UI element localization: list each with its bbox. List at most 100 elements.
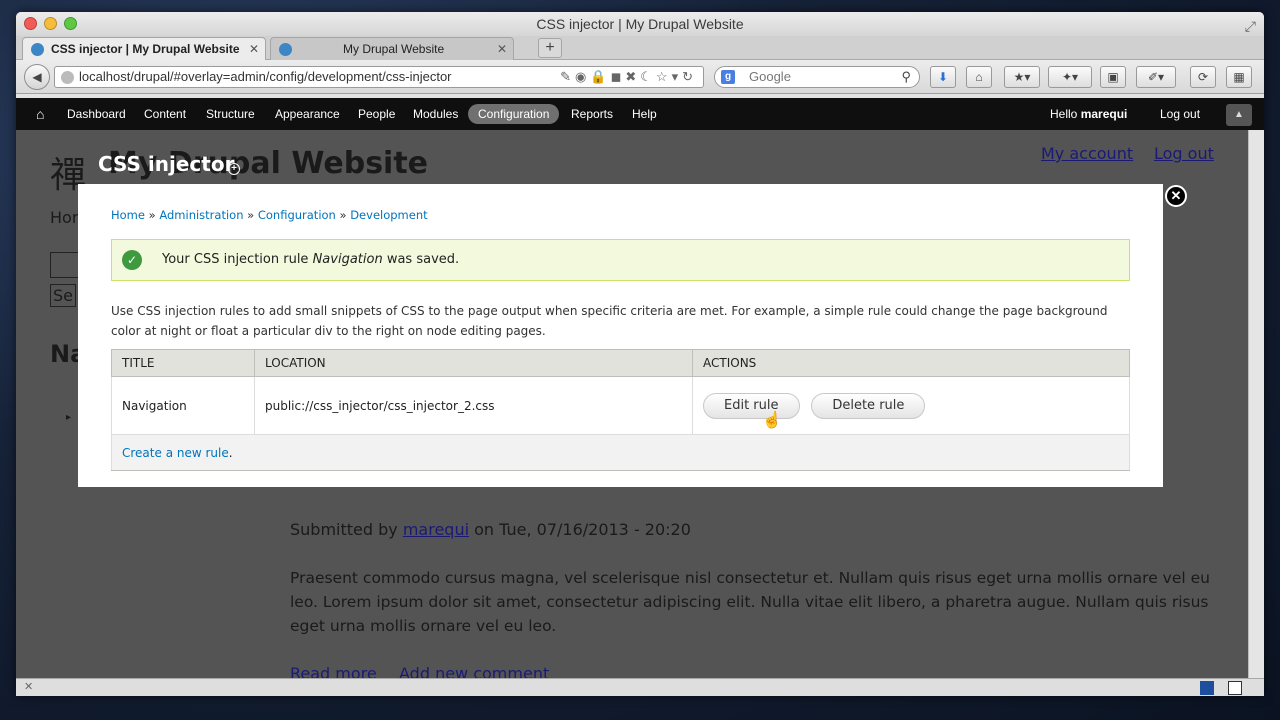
admin-home-icon[interactable]: ⌂: [36, 98, 44, 130]
add-comment-link[interactable]: Add new comment: [399, 664, 549, 678]
table-row: Navigation public://css_injector/css_inj…: [111, 376, 1130, 435]
addon-icons[interactable]: ✎◉🔒◼✖☾☆▾↻: [560, 67, 697, 87]
grid-status-icon[interactable]: [1228, 681, 1242, 695]
overlay-close-icon[interactable]: ✕: [1165, 185, 1187, 207]
home-icon[interactable]: ⌂: [966, 66, 992, 88]
addon-status-icon[interactable]: [1200, 681, 1214, 695]
menu-help[interactable]: Help: [632, 98, 657, 130]
breadcrumb-configuration[interactable]: Configuration: [258, 208, 336, 222]
url-text: localhost/drupal/#overlay=admin/config/d…: [79, 69, 452, 84]
menu-dashboard[interactable]: Dashboard: [67, 98, 126, 130]
navigation-toolbar: ◀ localhost/drupal/#overlay=admin/config…: [16, 60, 1264, 94]
overlay-title: CSS injector: [98, 152, 235, 176]
message-prefix: Your CSS injection rule: [162, 252, 313, 267]
menu-people[interactable]: People: [358, 98, 395, 130]
menu-configuration[interactable]: Configuration: [468, 104, 560, 124]
status-message: ✓ Your CSS injection rule Navigation was…: [111, 239, 1130, 281]
dropper-icon[interactable]: ✐▾: [1136, 66, 1176, 88]
menu-reports[interactable]: Reports: [571, 98, 613, 130]
add-shortcut-icon[interactable]: +: [228, 163, 240, 175]
rule-location: public://css_injector/css_injector_2.css: [254, 376, 693, 435]
title-bar: CSS injector | My Drupal Website ⤢: [16, 12, 1264, 36]
tab-close-icon[interactable]: ✕: [497, 38, 507, 61]
search-bar[interactable]: g Google ⚲: [714, 66, 920, 88]
search-box-fragment[interactable]: [50, 252, 80, 278]
header-location: Location: [254, 349, 693, 377]
breadcrumb-development[interactable]: Development: [350, 208, 427, 222]
window-icon[interactable]: ▣: [1100, 66, 1126, 88]
breadcrumb-home[interactable]: Home: [111, 208, 145, 222]
author-link[interactable]: marequi: [403, 520, 469, 539]
tab-my-drupal-website[interactable]: My Drupal Website ✕: [270, 37, 514, 60]
shortcuts-toggle-icon[interactable]: ▲: [1226, 104, 1252, 126]
tools-icon[interactable]: ✦▾: [1048, 66, 1092, 88]
new-tab-button[interactable]: +: [538, 38, 562, 58]
username[interactable]: marequi: [1081, 107, 1128, 121]
collapsed-arrow-icon[interactable]: ▸: [66, 412, 71, 423]
submitted-line: Submitted by marequi on Tue, 07/16/2013 …: [290, 520, 691, 539]
globe-icon: [61, 71, 74, 84]
table-header-row: Title Location Actions: [111, 349, 1130, 377]
toolbar-logout[interactable]: Log out: [1160, 98, 1200, 130]
page-scrollbar[interactable]: [1248, 130, 1264, 678]
tab-close-icon[interactable]: ✕: [249, 38, 259, 61]
read-more-link[interactable]: Read more: [290, 664, 377, 678]
edit-rule-button[interactable]: Edit rule: [703, 392, 800, 419]
message-suffix: was saved.: [382, 252, 460, 267]
browser-window: CSS injector | My Drupal Website ⤢ CSS i…: [16, 12, 1264, 696]
create-rule-cell: Create a new rule.: [111, 434, 1130, 471]
addon-icon[interactable]: ▦: [1226, 66, 1252, 88]
rule-actions: Edit rule Delete rule: [692, 376, 1130, 435]
intro-text: Use CSS injection rules to add small sni…: [111, 304, 1108, 338]
breadcrumb-administration[interactable]: Administration: [159, 208, 243, 222]
drupal-favicon-icon: [279, 43, 292, 56]
tab-label: My Drupal Website: [343, 42, 445, 56]
submitted-suffix: on Tue, 07/16/2013 - 20:20: [469, 520, 691, 539]
search-placeholder: Google: [749, 69, 791, 84]
url-bar[interactable]: localhost/drupal/#overlay=admin/config/d…: [54, 66, 704, 88]
back-button[interactable]: ◀: [24, 64, 50, 90]
fullscreen-icon[interactable]: ⤢: [1245, 14, 1256, 38]
sync-icon[interactable]: ⟳: [1190, 66, 1216, 88]
tab-label: CSS injector | My Drupal Website: [51, 42, 240, 56]
menu-content[interactable]: Content: [144, 98, 186, 130]
zoom-window-button[interactable]: [64, 17, 77, 30]
message-rule-name: Navigation: [312, 252, 383, 267]
checkmark-icon: ✓: [122, 250, 142, 270]
my-account-link[interactable]: My account: [1041, 144, 1133, 163]
header-actions: Actions: [692, 349, 1130, 377]
rule-title: Navigation: [111, 376, 255, 435]
home-link-fragment[interactable]: Hor: [50, 208, 78, 227]
download-icon[interactable]: ⬇: [930, 66, 956, 88]
close-window-button[interactable]: [24, 17, 37, 30]
minimize-window-button[interactable]: [44, 17, 57, 30]
bookmarks-icon[interactable]: ★▾: [1004, 66, 1040, 88]
delete-rule-button[interactable]: Delete rule: [811, 392, 926, 419]
close-addon-bar-icon[interactable]: ✕: [24, 679, 33, 696]
header-title: Title: [111, 349, 255, 377]
search-button-fragment[interactable]: Se: [50, 284, 76, 307]
google-icon[interactable]: g: [721, 70, 735, 84]
window-controls: [24, 17, 77, 30]
drupal-favicon-icon: [31, 43, 44, 56]
status-bar: ✕: [16, 678, 1264, 696]
submitted-prefix: Submitted by: [290, 520, 403, 539]
greeting-text: Hello: [1050, 107, 1081, 121]
create-rule-link[interactable]: Create a new rule: [122, 446, 229, 460]
node-body: Praesent commodo cursus magna, vel scele…: [290, 569, 1210, 635]
menu-appearance[interactable]: Appearance: [275, 98, 340, 130]
tab-css-injector[interactable]: CSS injector | My Drupal Website ✕: [22, 37, 266, 60]
status-message-text: Your CSS injection rule Navigation was s…: [162, 240, 459, 280]
user-greeting: Hello marequi: [1050, 98, 1127, 130]
logout-link[interactable]: Log out: [1154, 144, 1214, 163]
css-injector-overlay: Home » Administration » Configuration » …: [78, 184, 1163, 487]
menu-structure[interactable]: Structure: [206, 98, 255, 130]
table-footer-row: Create a new rule.: [111, 434, 1130, 471]
menu-modules[interactable]: Modules: [413, 98, 458, 130]
drupal-admin-toolbar: ⌂ Dashboard Content Structure Appearance…: [16, 98, 1264, 130]
hand-pointer-icon: ☝: [762, 412, 782, 429]
search-icon[interactable]: ⚲: [901, 67, 911, 87]
window-title: CSS injector | My Drupal Website: [536, 16, 744, 32]
rules-table: Title Location Actions Navigation public…: [111, 349, 1130, 471]
tab-bar: CSS injector | My Drupal Website ✕ My Dr…: [16, 36, 1264, 60]
